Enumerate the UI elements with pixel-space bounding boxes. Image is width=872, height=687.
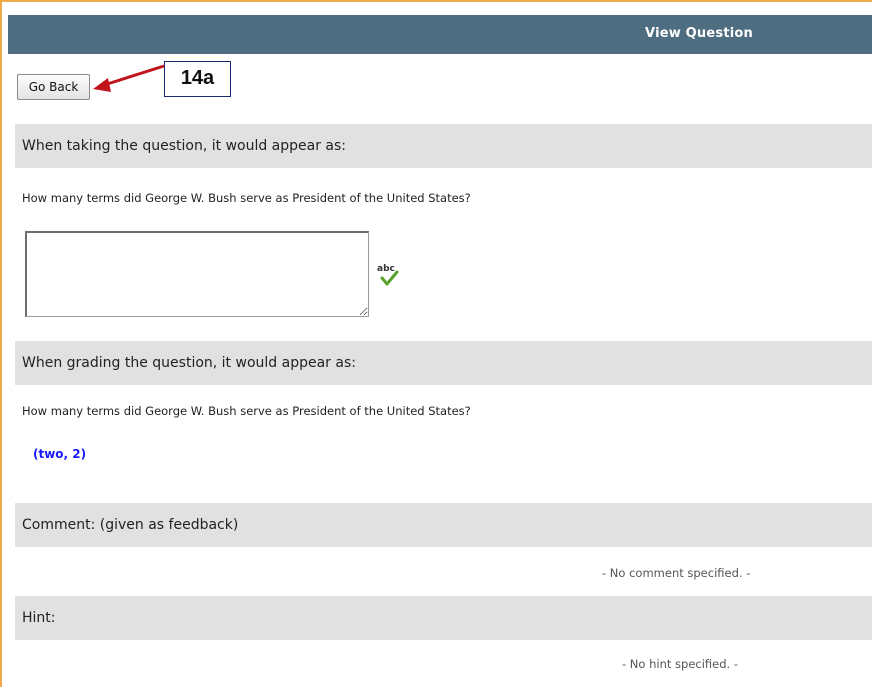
answer-input[interactable] xyxy=(25,231,369,317)
grading-section-heading: When grading the question, it would appe… xyxy=(15,341,872,385)
spellcheck-icon[interactable]: abc xyxy=(377,262,401,288)
hint-section-heading: Hint: xyxy=(15,596,872,640)
accepted-answers: (two, 2) xyxy=(33,447,87,461)
annotation-callout: 14a xyxy=(164,61,231,97)
go-back-button[interactable]: Go Back xyxy=(17,74,90,100)
hint-empty-message: - No hint specified. - xyxy=(622,657,738,671)
page-title: View Question xyxy=(645,26,753,41)
comment-section-heading: Comment: (given as feedback) xyxy=(15,503,872,547)
question-text-grading: How many terms did George W. Bush serve … xyxy=(22,404,471,418)
svg-text:abc: abc xyxy=(377,264,395,274)
taking-section-heading: When taking the question, it would appea… xyxy=(15,124,872,168)
comment-empty-message: - No comment specified. - xyxy=(602,566,751,580)
header-bar: View Question xyxy=(8,15,872,54)
question-text-taking: How many terms did George W. Bush serve … xyxy=(22,191,471,205)
